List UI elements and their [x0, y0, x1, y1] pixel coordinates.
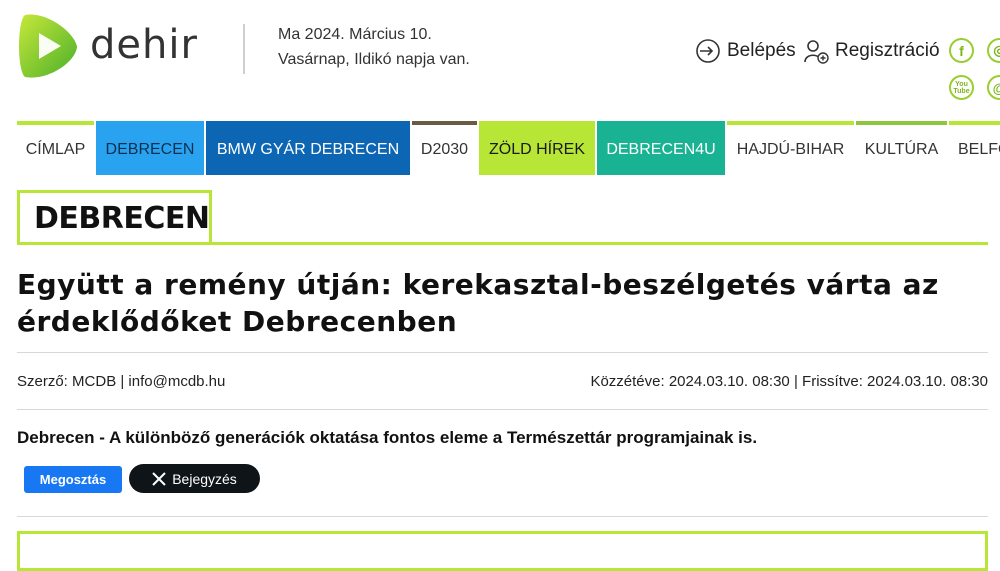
nav-item-d2030[interactable]: D2030: [412, 121, 477, 175]
divider: [17, 352, 988, 353]
x-logo-icon: [152, 471, 166, 486]
facebook-share-button[interactable]: Megosztás: [24, 466, 122, 493]
logo-icon[interactable]: [17, 11, 79, 81]
at-icon[interactable]: @: [987, 75, 1000, 100]
login-icon: [696, 39, 720, 63]
nav-item-bmw-gyar-debrecen[interactable]: BMW GYÁR DEBRECEN: [206, 121, 410, 175]
nav-item-hajdu-bihar[interactable]: HAJDÚ-BIHAR: [727, 121, 854, 175]
register-label: Regisztráció: [835, 40, 940, 61]
divider: [17, 516, 988, 517]
login-label: Belépés: [727, 40, 796, 61]
x-post-label: Bejegyzés: [172, 470, 237, 487]
updated-label: Frissítve:: [802, 373, 863, 390]
login-link[interactable]: Belépés: [695, 38, 796, 64]
nav-item-debrecen4u[interactable]: DEBRECEN4U: [597, 121, 725, 175]
logo-text[interactable]: dehir: [90, 25, 198, 65]
nav-item-cimlap[interactable]: CÍMLAP: [17, 121, 94, 175]
nav-item-belfold[interactable]: BELFÖLD: [949, 121, 1000, 175]
user-add-icon: [804, 40, 829, 64]
nameday-line: Vasárnap, Ildikó napja van.: [278, 51, 470, 68]
section-title[interactable]: DEBRECEN: [34, 201, 210, 237]
register-link[interactable]: Regisztráció: [803, 38, 940, 64]
facebook-icon[interactable]: f: [949, 38, 974, 63]
content-box: [17, 531, 988, 571]
main-nav: CÍMLAP DEBRECEN BMW GYÁR DEBRECEN D2030 …: [17, 121, 1000, 175]
dates-separator: |: [793, 373, 798, 390]
nav-item-debrecen[interactable]: DEBRECEN: [96, 121, 204, 175]
author-prefix: Szerző:: [17, 373, 68, 390]
published-label: Közzétéve:: [590, 373, 665, 390]
nav-item-zold-hirek[interactable]: ZÖLD HÍREK: [479, 121, 595, 175]
updated-date: 2024.03.10. 08:30: [867, 373, 988, 390]
article-dates: Közzétéve: 2024.03.10. 08:30 | Frissítve…: [590, 373, 988, 390]
facebook-share-label: Megosztás: [39, 472, 107, 487]
instagram-icon[interactable]: ◎: [987, 38, 1000, 63]
article-author: Szerző: MCDB | info@mcdb.hu: [17, 373, 225, 390]
article-lead: Debrecen - A különböző generációk oktatá…: [17, 428, 758, 447]
article-title: Együtt a remény útján: kerekasztal-beszé…: [17, 266, 977, 340]
published-date: 2024.03.10. 08:30: [668, 373, 790, 390]
article-title-line-2: érdeklődőket Debrecenben: [17, 305, 458, 338]
section-underline: [17, 242, 988, 245]
youtube-icon[interactable]: You Tube: [949, 75, 974, 100]
header-divider: [243, 24, 245, 74]
x-post-button[interactable]: Bejegyzés: [129, 464, 260, 493]
author-name: MCDB | info@mcdb.hu: [72, 373, 226, 390]
date-line: Ma 2024. Március 10.: [278, 26, 432, 43]
nav-item-kultura[interactable]: KULTÚRA: [856, 121, 947, 175]
divider: [17, 409, 988, 410]
article-title-line-1: Együtt a remény útján: kerekasztal-beszé…: [17, 268, 939, 301]
